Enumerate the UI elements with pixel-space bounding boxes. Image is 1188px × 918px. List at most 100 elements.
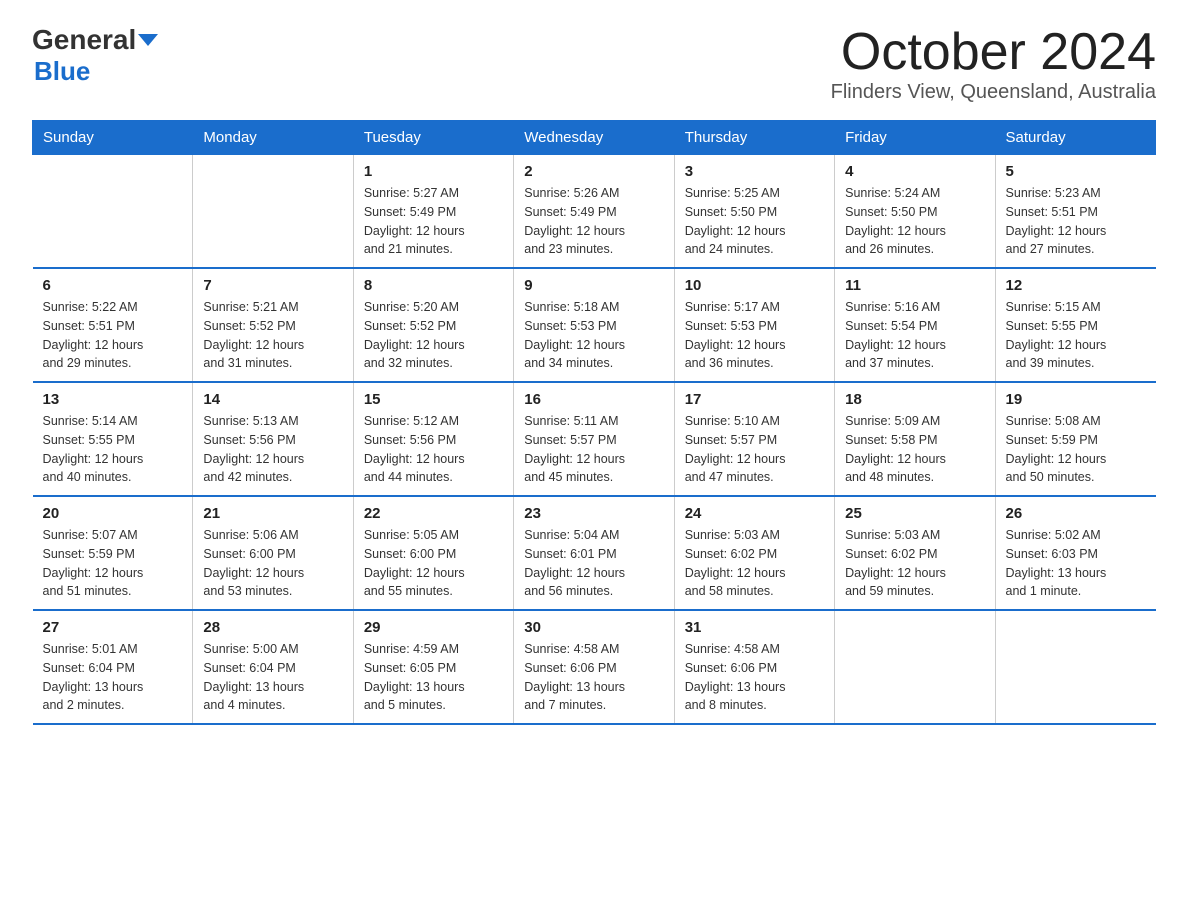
col-wednesday: Wednesday <box>514 121 674 155</box>
day-number: 12 <box>1006 277 1146 294</box>
day-number: 19 <box>1006 391 1146 408</box>
table-row: 8Sunrise: 5:20 AM Sunset: 5:52 PM Daylig… <box>353 268 513 382</box>
col-tuesday: Tuesday <box>353 121 513 155</box>
day-number: 17 <box>685 391 824 408</box>
col-thursday: Thursday <box>674 121 834 155</box>
table-row: 3 Sunrise: 5:25 AM Sunset: 5:50 PM Daylig… <box>674 155 834 269</box>
table-row: 22Sunrise: 5:05 AM Sunset: 6:00 PM Dayli… <box>353 496 513 610</box>
table-row: 27Sunrise: 5:01 AM Sunset: 6:04 PM Dayli… <box>33 610 193 724</box>
day-number: 6 <box>43 277 183 294</box>
logo: General Blue <box>32 24 158 87</box>
location-subtitle: Flinders View, Queensland, Australia <box>831 81 1156 104</box>
day-number: 25 <box>845 505 984 522</box>
table-row: 23 Sunrise: 5:04 AM Sunset: 6:01 PM Dayli… <box>514 496 674 610</box>
table-row: 12 Sunrise: 5:15 AM Sunset: 5:55 PM Dayli… <box>995 268 1155 382</box>
day-info: Sunrise: 5:05 AM Sunset: 6:00 PM Dayligh… <box>364 526 503 601</box>
day-number: 11 <box>845 277 984 294</box>
month-title: October 2024 <box>831 24 1156 81</box>
day-info: Sunrise: 5:16 AM Sunset: 5:54 PM Dayligh… <box>845 298 984 373</box>
day-number: 16 <box>524 391 663 408</box>
day-info: Sunrise: 5:11 AM Sunset: 5:57 PM Dayligh… <box>524 412 663 487</box>
day-info: Sunrise: 5:20 AM Sunset: 5:52 PM Dayligh… <box>364 298 503 373</box>
day-info: Sunrise: 5:00 AM Sunset: 6:04 PM Dayligh… <box>203 640 342 715</box>
col-monday: Monday <box>193 121 353 155</box>
day-info: Sunrise: 5:09 AM Sunset: 5:58 PM Dayligh… <box>845 412 984 487</box>
day-info: Sunrise: 5:04 AM Sunset: 6:01 PM Dayligh… <box>524 526 663 601</box>
calendar-week-row: 13 Sunrise: 5:14 AM Sunset: 5:55 PM Dayli… <box>33 382 1156 496</box>
day-info: Sunrise: 5:27 AM Sunset: 5:49 PM Dayligh… <box>364 184 503 259</box>
table-row: 17 Sunrise: 5:10 AM Sunset: 5:57 PM Dayli… <box>674 382 834 496</box>
calendar-week-row: 1Sunrise: 5:27 AM Sunset: 5:49 PM Daylig… <box>33 155 1156 269</box>
day-info: Sunrise: 4:59 AM Sunset: 6:05 PM Dayligh… <box>364 640 503 715</box>
table-row: 9 Sunrise: 5:18 AM Sunset: 5:53 PM Daylig… <box>514 268 674 382</box>
table-row: 7Sunrise: 5:21 AM Sunset: 5:52 PM Daylig… <box>193 268 353 382</box>
day-number: 14 <box>203 391 342 408</box>
table-row: 28Sunrise: 5:00 AM Sunset: 6:04 PM Dayli… <box>193 610 353 724</box>
table-row: 10 Sunrise: 5:17 AM Sunset: 5:53 PM Dayli… <box>674 268 834 382</box>
table-row <box>835 610 995 724</box>
day-number: 29 <box>364 619 503 636</box>
day-number: 30 <box>524 619 663 636</box>
calendar-week-row: 20 Sunrise: 5:07 AM Sunset: 5:59 PM Dayli… <box>33 496 1156 610</box>
table-row: 2 Sunrise: 5:26 AM Sunset: 5:49 PM Daylig… <box>514 155 674 269</box>
day-info: Sunrise: 5:21 AM Sunset: 5:52 PM Dayligh… <box>203 298 342 373</box>
day-number: 10 <box>685 277 824 294</box>
day-number: 26 <box>1006 505 1146 522</box>
day-number: 4 <box>845 163 984 180</box>
day-info: Sunrise: 5:03 AM Sunset: 6:02 PM Dayligh… <box>685 526 824 601</box>
day-info: Sunrise: 5:08 AM Sunset: 5:59 PM Dayligh… <box>1006 412 1146 487</box>
day-info: Sunrise: 5:01 AM Sunset: 6:04 PM Dayligh… <box>43 640 183 715</box>
logo-blue: Blue <box>34 56 90 87</box>
day-number: 21 <box>203 505 342 522</box>
day-number: 20 <box>43 505 183 522</box>
day-info: Sunrise: 5:15 AM Sunset: 5:55 PM Dayligh… <box>1006 298 1146 373</box>
day-info: Sunrise: 5:02 AM Sunset: 6:03 PM Dayligh… <box>1006 526 1146 601</box>
day-info: Sunrise: 5:18 AM Sunset: 5:53 PM Dayligh… <box>524 298 663 373</box>
day-info: Sunrise: 5:10 AM Sunset: 5:57 PM Dayligh… <box>685 412 824 487</box>
day-number: 31 <box>685 619 824 636</box>
day-info: Sunrise: 4:58 AM Sunset: 6:06 PM Dayligh… <box>524 640 663 715</box>
page-header: General Blue October 2024 Flinders View,… <box>32 24 1156 104</box>
calendar-week-row: 6Sunrise: 5:22 AM Sunset: 5:51 PM Daylig… <box>33 268 1156 382</box>
logo-general: General <box>32 24 136 56</box>
logo-triangle-icon <box>138 34 158 46</box>
table-row: 20 Sunrise: 5:07 AM Sunset: 5:59 PM Dayli… <box>33 496 193 610</box>
table-row: 21Sunrise: 5:06 AM Sunset: 6:00 PM Dayli… <box>193 496 353 610</box>
table-row: 1Sunrise: 5:27 AM Sunset: 5:49 PM Daylig… <box>353 155 513 269</box>
table-row: 24 Sunrise: 5:03 AM Sunset: 6:02 PM Dayli… <box>674 496 834 610</box>
table-row: 16 Sunrise: 5:11 AM Sunset: 5:57 PM Dayli… <box>514 382 674 496</box>
table-row: 30 Sunrise: 4:58 AM Sunset: 6:06 PM Dayli… <box>514 610 674 724</box>
day-number: 9 <box>524 277 663 294</box>
table-row: 25 Sunrise: 5:03 AM Sunset: 6:02 PM Dayli… <box>835 496 995 610</box>
day-info: Sunrise: 5:25 AM Sunset: 5:50 PM Dayligh… <box>685 184 824 259</box>
day-number: 3 <box>685 163 824 180</box>
day-info: Sunrise: 5:17 AM Sunset: 5:53 PM Dayligh… <box>685 298 824 373</box>
day-number: 18 <box>845 391 984 408</box>
table-row: 31 Sunrise: 4:58 AM Sunset: 6:06 PM Dayli… <box>674 610 834 724</box>
col-saturday: Saturday <box>995 121 1155 155</box>
title-block: October 2024 Flinders View, Queensland, … <box>831 24 1156 104</box>
table-row <box>995 610 1155 724</box>
table-row: 11 Sunrise: 5:16 AM Sunset: 5:54 PM Dayli… <box>835 268 995 382</box>
col-sunday: Sunday <box>33 121 193 155</box>
table-row: 18 Sunrise: 5:09 AM Sunset: 5:58 PM Dayli… <box>835 382 995 496</box>
day-info: Sunrise: 5:07 AM Sunset: 5:59 PM Dayligh… <box>43 526 183 601</box>
day-number: 2 <box>524 163 663 180</box>
day-number: 24 <box>685 505 824 522</box>
day-info: Sunrise: 4:58 AM Sunset: 6:06 PM Dayligh… <box>685 640 824 715</box>
day-info: Sunrise: 5:24 AM Sunset: 5:50 PM Dayligh… <box>845 184 984 259</box>
day-info: Sunrise: 5:12 AM Sunset: 5:56 PM Dayligh… <box>364 412 503 487</box>
table-row: 13 Sunrise: 5:14 AM Sunset: 5:55 PM Dayli… <box>33 382 193 496</box>
day-number: 13 <box>43 391 183 408</box>
table-row: 14 Sunrise: 5:13 AM Sunset: 5:56 PM Dayli… <box>193 382 353 496</box>
calendar-week-row: 27Sunrise: 5:01 AM Sunset: 6:04 PM Dayli… <box>33 610 1156 724</box>
day-info: Sunrise: 5:26 AM Sunset: 5:49 PM Dayligh… <box>524 184 663 259</box>
calendar-table: Sunday Monday Tuesday Wednesday Thursday… <box>32 120 1156 725</box>
day-info: Sunrise: 5:23 AM Sunset: 5:51 PM Dayligh… <box>1006 184 1146 259</box>
day-info: Sunrise: 5:13 AM Sunset: 5:56 PM Dayligh… <box>203 412 342 487</box>
table-row: 19 Sunrise: 5:08 AM Sunset: 5:59 PM Dayli… <box>995 382 1155 496</box>
day-info: Sunrise: 5:14 AM Sunset: 5:55 PM Dayligh… <box>43 412 183 487</box>
table-row: 26 Sunrise: 5:02 AM Sunset: 6:03 PM Dayli… <box>995 496 1155 610</box>
day-number: 23 <box>524 505 663 522</box>
day-info: Sunrise: 5:03 AM Sunset: 6:02 PM Dayligh… <box>845 526 984 601</box>
